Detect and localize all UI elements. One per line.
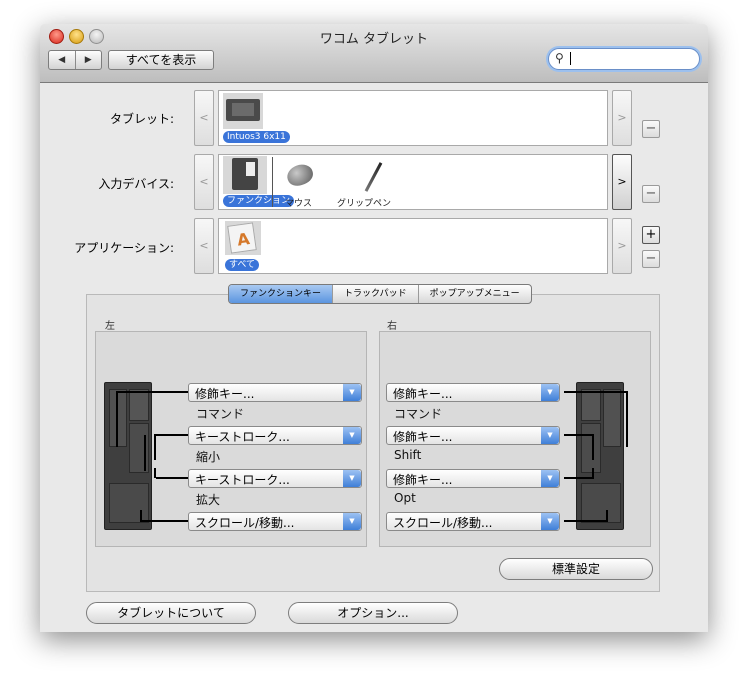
all-apps-item[interactable]: A xyxy=(225,221,261,255)
preferences-window: ワコム タブレット ◀ ▶ すべてを表示 ⚲ タブレット: < Intuos3 … xyxy=(40,24,708,632)
right-key-3-value: 修飾キー... xyxy=(393,473,453,487)
right-key-4-popup[interactable]: スクロール/移動... ▼ xyxy=(386,512,560,531)
function-keys-icon xyxy=(232,158,258,190)
tablet-remove-button[interactable]: − xyxy=(642,120,660,138)
tablet-device-icon xyxy=(226,99,260,121)
left-key-3-popup[interactable]: キーストローク... ▼ xyxy=(188,469,362,488)
application-row-label: アプリケーション: xyxy=(74,241,174,255)
left-key-1-sub: コマンド xyxy=(196,407,245,421)
function-device-label: ファンクション xyxy=(223,195,295,207)
text-caret xyxy=(570,52,571,65)
device-scroll-right-button[interactable]: > xyxy=(612,154,632,210)
tab-popup-menu[interactable]: ポップアップメニュー xyxy=(419,285,531,303)
right-key-2-sub: Shift xyxy=(394,448,422,462)
device-remove-button[interactable]: − xyxy=(642,185,660,203)
search-field[interactable]: ⚲ xyxy=(548,48,700,70)
settings-tabs: ファンクションキー トラックパッド ポップアップメニュー xyxy=(228,284,532,304)
function-device-item[interactable] xyxy=(223,156,267,194)
chevron-down-icon: ▼ xyxy=(541,470,559,487)
about-tablet-button[interactable]: タブレットについて xyxy=(86,602,256,624)
chevron-down-icon: ▼ xyxy=(541,427,559,444)
chevron-down-icon: ▼ xyxy=(343,470,361,487)
left-keys-group: 修飾キー... ▼ コマンド キーストローク... ▼ 縮小 キーストローク..… xyxy=(95,331,367,547)
options-button[interactable]: オプション... xyxy=(288,602,458,624)
left-key-1-popup[interactable]: 修飾キー... ▼ xyxy=(188,383,362,402)
chevron-down-icon: ▼ xyxy=(541,384,559,401)
restore-defaults-button[interactable]: 標準設定 xyxy=(499,558,653,580)
mouse-device-label: マウス xyxy=(285,199,313,209)
app-remove-button[interactable]: − xyxy=(642,250,660,268)
left-key-4-value: スクロール/移動... xyxy=(195,516,295,530)
tablet-scroll-left-button[interactable]: < xyxy=(194,90,214,146)
left-key-1-value: 修飾キー... xyxy=(195,387,255,401)
right-key-3-popup[interactable]: 修飾キー... ▼ xyxy=(386,469,560,488)
tablet-scroll-right-button[interactable]: > xyxy=(612,90,632,146)
app-scroll-left-button[interactable]: < xyxy=(194,218,214,274)
input-device-strip: ファンクション マウス グリップペン xyxy=(218,154,608,210)
left-key-2-popup[interactable]: キーストローク... ▼ xyxy=(188,426,362,445)
left-side-label: 左 xyxy=(105,321,115,332)
mouse-device-item[interactable] xyxy=(284,161,316,189)
show-all-button[interactable]: すべてを表示 xyxy=(108,50,214,70)
tablet-strip: Intuos3 6x11 xyxy=(218,90,608,146)
mouse-icon xyxy=(284,161,316,189)
application-strip: A すべて xyxy=(218,218,608,274)
right-key-1-popup[interactable]: 修飾キー... ▼ xyxy=(386,383,560,402)
chevron-down-icon: ▼ xyxy=(541,513,559,530)
right-keys-group: 修飾キー... ▼ コマンド 修飾キー... ▼ Shift 修飾キー... ▼… xyxy=(379,331,651,547)
tablet-item[interactable] xyxy=(223,93,263,129)
window-title: ワコム タブレット xyxy=(319,32,429,47)
right-key-2-value: 修飾キー... xyxy=(393,430,453,444)
all-apps-label: すべて xyxy=(225,259,260,271)
forward-icon[interactable]: ▶ xyxy=(76,51,102,69)
title-bar: ワコム タブレット ◀ ▶ すべてを表示 ⚲ xyxy=(40,24,708,83)
left-key-2-value: キーストローク... xyxy=(195,430,290,444)
right-key-4-value: スクロール/移動... xyxy=(393,516,493,530)
nav-segmented-control: ◀ ▶ xyxy=(48,50,102,70)
applications-icon: A xyxy=(227,222,257,254)
search-icon: ⚲ xyxy=(555,51,564,65)
grip-pen-device-label: グリップペン xyxy=(337,199,392,209)
right-key-1-value: 修飾キー... xyxy=(393,387,453,401)
tab-function-keys[interactable]: ファンクションキー xyxy=(229,285,334,303)
right-key-2-popup[interactable]: 修飾キー... ▼ xyxy=(386,426,560,445)
function-keys-panel: 左 右 修飾キー... ▼ コマンド キーストローク... ▼ 縮小 キーストロ… xyxy=(86,294,660,592)
chevron-down-icon: ▼ xyxy=(343,427,361,444)
tab-trackpad[interactable]: トラックパッド xyxy=(333,285,419,303)
left-key-3-sub: 拡大 xyxy=(196,493,221,507)
chevron-down-icon: ▼ xyxy=(343,384,361,401)
grip-pen-device-item[interactable] xyxy=(359,161,389,193)
right-expresskeys-image xyxy=(576,382,624,530)
right-key-1-sub: コマンド xyxy=(394,407,443,421)
back-icon[interactable]: ◀ xyxy=(49,51,76,69)
app-scroll-right-button[interactable]: > xyxy=(612,218,632,274)
pen-icon xyxy=(364,162,383,192)
left-key-4-popup[interactable]: スクロール/移動... ▼ xyxy=(188,512,362,531)
tablet-row-label: タブレット: xyxy=(109,112,174,126)
app-add-button[interactable]: + xyxy=(642,226,660,244)
right-key-3-sub: Opt xyxy=(394,491,416,505)
left-key-2-sub: 縮小 xyxy=(196,450,221,464)
device-scroll-left-button[interactable]: < xyxy=(194,154,214,210)
device-divider xyxy=(272,157,273,207)
right-side-label: 右 xyxy=(387,321,397,332)
chevron-down-icon: ▼ xyxy=(343,513,361,530)
left-key-3-value: キーストローク... xyxy=(195,473,290,487)
tablet-item-label: Intuos3 6x11 xyxy=(223,131,290,143)
input-device-row-label: 入力デバイス: xyxy=(98,177,174,191)
